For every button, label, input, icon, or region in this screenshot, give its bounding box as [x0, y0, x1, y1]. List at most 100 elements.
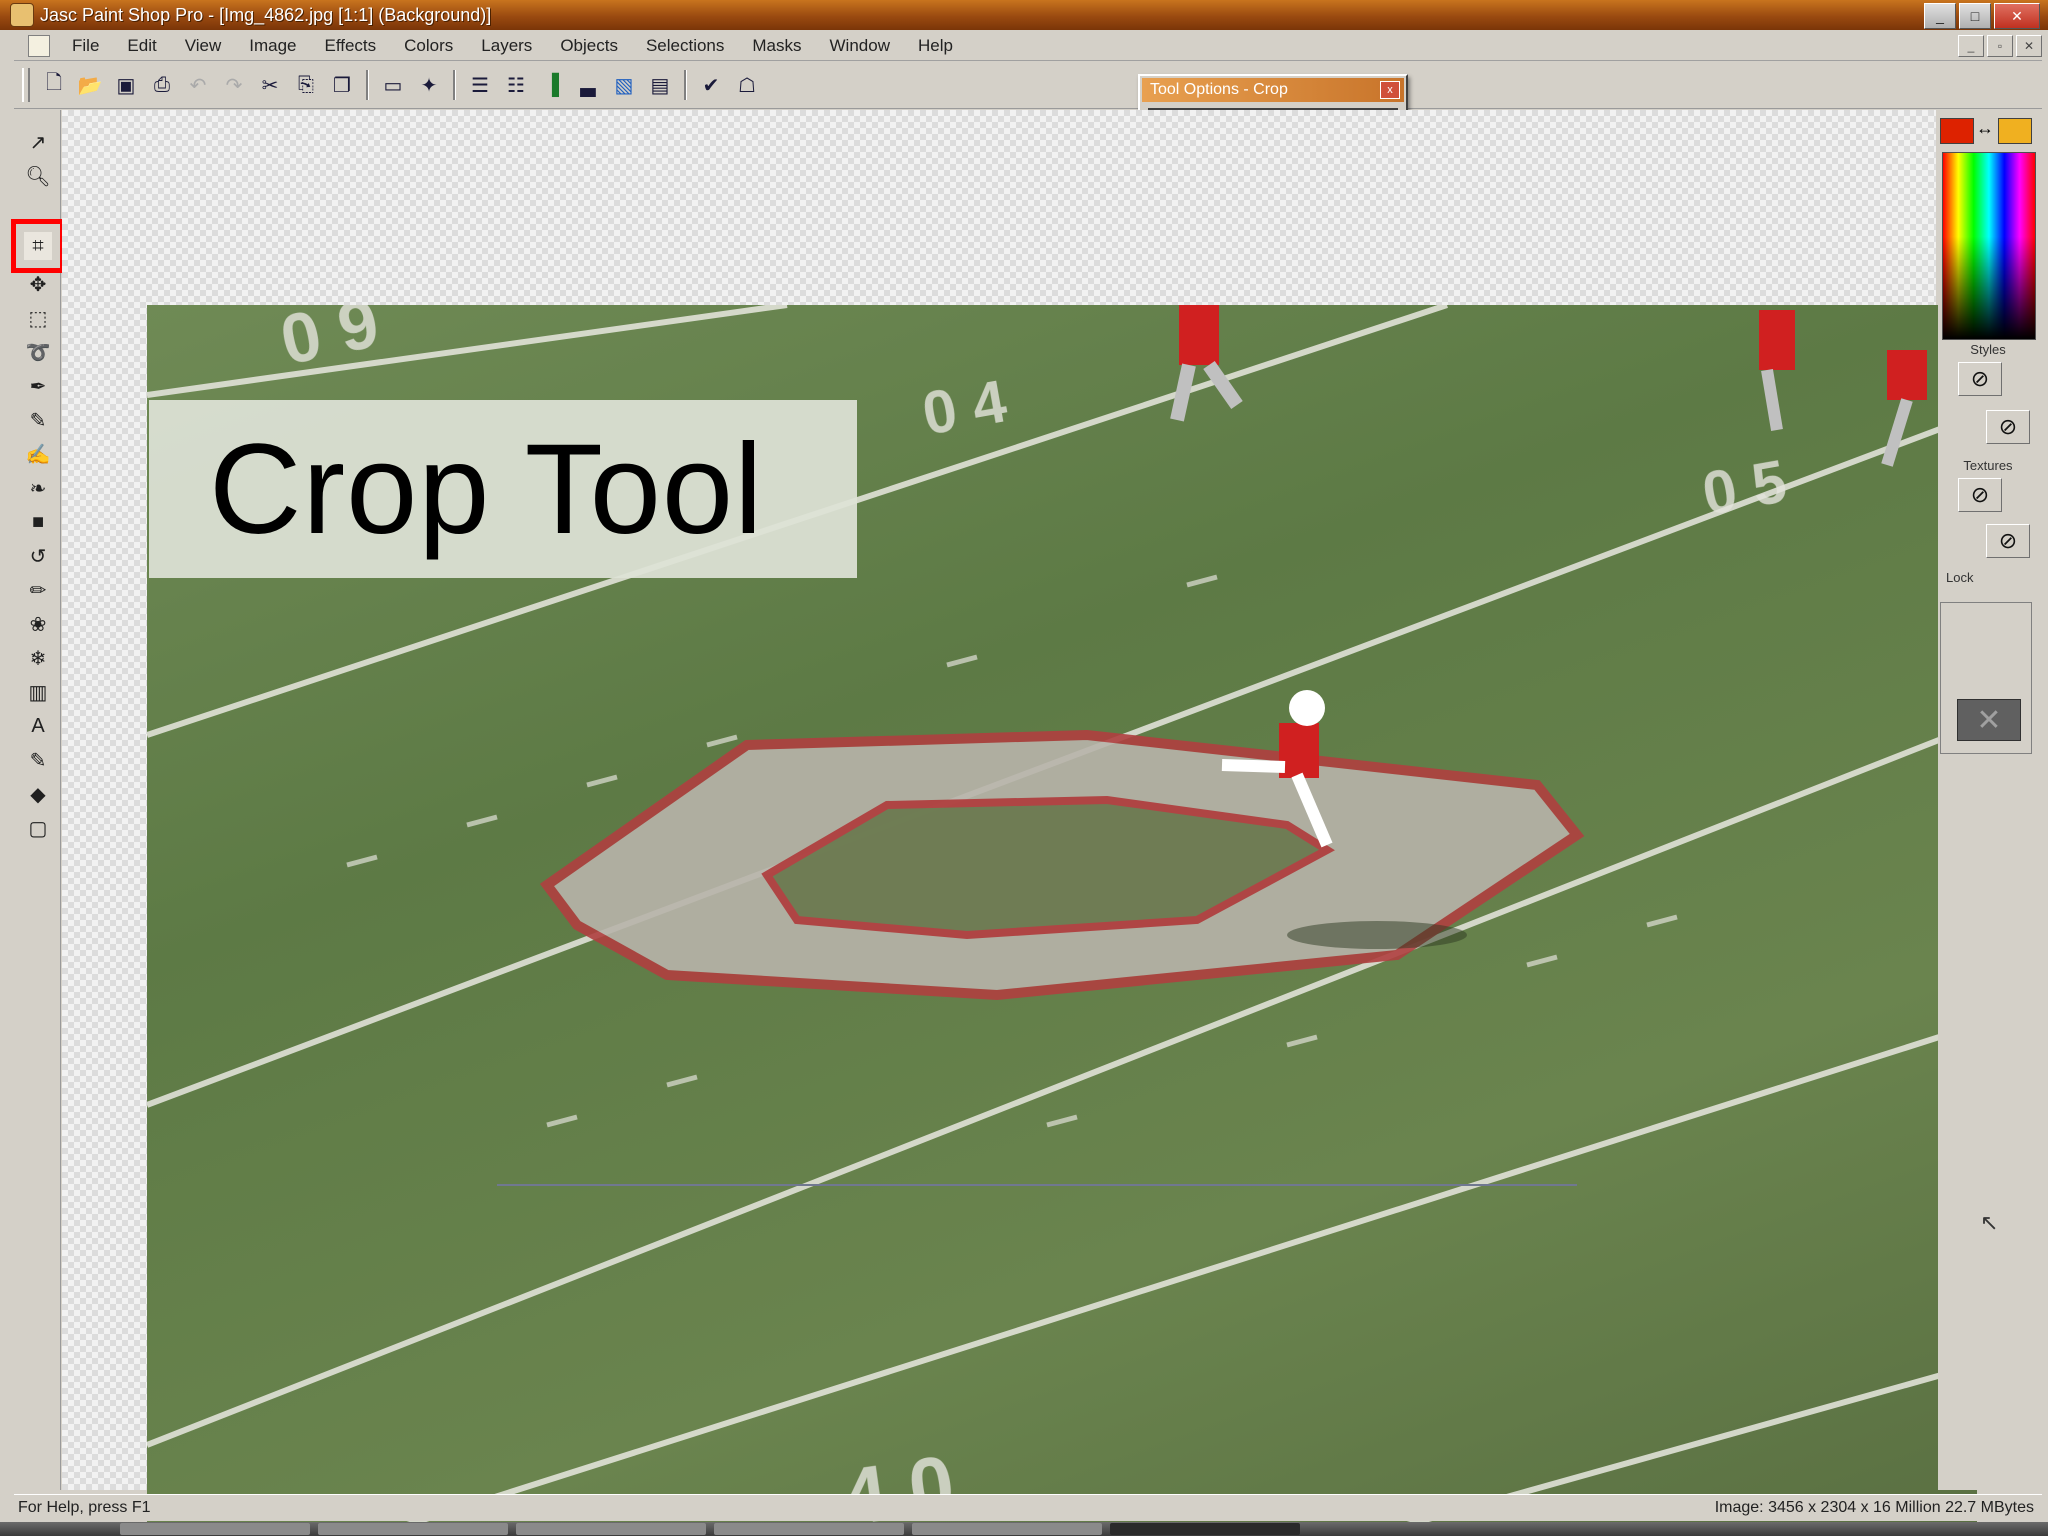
color-palette-icon[interactable]: ▐	[537, 70, 567, 100]
selection-arrow-icon[interactable]: ↗	[24, 128, 52, 156]
status-image-info: Image: 3456 x 2304 x 16 Million 22.7 MBy…	[1714, 1499, 2034, 1516]
doc-close-button[interactable]: ✕	[2016, 35, 2042, 57]
styles-label: Styles	[1970, 342, 2006, 357]
menu-colors[interactable]: Colors	[390, 36, 467, 56]
lock-icon[interactable]: ☖	[732, 70, 762, 100]
menu-objects[interactable]: Objects	[546, 36, 632, 56]
paint-brush-icon[interactable]: ✎	[24, 406, 52, 434]
mouse-cursor-icon: ↖	[1980, 1210, 1999, 1235]
tool-options-icon[interactable]: ☷	[501, 70, 531, 100]
close-button[interactable]: ✕	[1994, 3, 2040, 29]
menu-layers[interactable]: Layers	[467, 36, 546, 56]
title-bar: Jasc Paint Shop Pro - [Img_4862.jpg [1:1…	[0, 0, 2048, 30]
foreground-style-button[interactable]: ⊘	[1958, 362, 2002, 396]
menu-image[interactable]: Image	[235, 36, 310, 56]
window-controls: _ □ ✕	[1924, 3, 2040, 29]
textures-label: Textures	[1963, 458, 2013, 473]
background-texture-button[interactable]: ⊘	[1986, 524, 2030, 558]
color-replacer-icon[interactable]: ❧	[24, 474, 52, 502]
background-color-swatch[interactable]	[1998, 118, 2032, 144]
doc-minimize-button[interactable]: _	[1958, 35, 1984, 57]
document-icon[interactable]	[28, 35, 50, 57]
print-icon[interactable]: ⎙	[147, 70, 177, 100]
selection-icon[interactable]: ⬚	[24, 304, 52, 332]
background-style-button[interactable]: ⊘	[1986, 410, 2030, 444]
tool-options-titlebar[interactable]: Tool Options - Crop x	[1142, 78, 1404, 102]
picture-tube-icon[interactable]: ❀	[24, 610, 52, 638]
foreground-color-swatch[interactable]	[1940, 118, 1974, 144]
menu-masks[interactable]: Masks	[738, 36, 815, 56]
crop-icon[interactable]: ⌗	[11, 219, 65, 273]
draw-icon[interactable]: ✎	[24, 746, 52, 774]
taskbar-button[interactable]	[120, 1523, 310, 1535]
window-title: Jasc Paint Shop Pro - [Img_4862.jpg [1:1…	[40, 4, 492, 25]
lasso-icon[interactable]: ➰	[24, 338, 52, 366]
lock-checkbox-label[interactable]: Lock	[1938, 570, 2046, 585]
undo-icon[interactable]: ↶	[183, 70, 213, 100]
menu-window[interactable]: Window	[816, 36, 904, 56]
layer-palette-icon[interactable]: ▧	[609, 70, 639, 100]
taskbar-button-active[interactable]	[1110, 1523, 1300, 1535]
maximize-button[interactable]: □	[1959, 3, 1991, 29]
taskbar	[0, 1522, 2048, 1536]
taskbar-button[interactable]	[912, 1523, 1102, 1535]
menu-selections[interactable]: Selections	[632, 36, 738, 56]
eraser-icon[interactable]: ✏	[24, 576, 52, 604]
redo-icon[interactable]: ↷	[219, 70, 249, 100]
preset-shapes-icon[interactable]: ◆	[24, 780, 52, 808]
menu-view[interactable]: View	[171, 36, 236, 56]
swap-colors-icon[interactable]: ↔	[1976, 118, 1994, 139]
doc-restore-button[interactable]: ▫	[1987, 35, 2013, 57]
flood-fill-icon[interactable]: ▥	[24, 678, 52, 706]
paste-icon[interactable]: ❐	[327, 70, 357, 100]
svg-text:0 4: 0 4	[918, 367, 1012, 448]
cut-icon[interactable]: ✂	[255, 70, 285, 100]
tool-options-close-button[interactable]: x	[1380, 81, 1400, 99]
copy-icon[interactable]: ⎘	[291, 70, 321, 100]
toolbar-separator	[366, 70, 369, 100]
foreground-texture-button[interactable]: ⊘	[1958, 478, 2002, 512]
clone-brush-icon[interactable]: ✍	[24, 440, 52, 468]
document-window-controls: _ ▫ ✕	[1958, 35, 2042, 57]
dropper-icon[interactable]: ✒	[24, 372, 52, 400]
app-icon[interactable]	[10, 3, 34, 27]
mover-icon[interactable]: ✥	[24, 270, 52, 298]
toolbar-separator	[453, 70, 456, 100]
transparent-color-icon[interactable]: ✕	[1957, 699, 2021, 741]
standard-toolbar: 🗋 📂 ▣ ⎙ ↶ ↷ ✂ ⎘ ❐ ▭ ✦ ☰ ☷ ▐ ▃ ▧ ▤ ✔ ☖	[14, 62, 2042, 109]
airbrush-icon[interactable]: ❄	[24, 644, 52, 672]
script-icon[interactable]: ✔	[696, 70, 726, 100]
crop-tool-caption: Crop Tool	[149, 400, 857, 578]
tool-palette-icon[interactable]: ☰	[465, 70, 495, 100]
save-icon[interactable]: ▣	[111, 70, 141, 100]
menu-edit[interactable]: Edit	[113, 36, 170, 56]
taskbar-button[interactable]	[318, 1523, 508, 1535]
taskbar-button[interactable]	[714, 1523, 904, 1535]
object-selector-icon[interactable]: ▢	[24, 814, 52, 842]
overview-icon[interactable]: ▤	[645, 70, 675, 100]
svg-text:0 9: 0 9	[274, 305, 385, 380]
minimize-button[interactable]: _	[1924, 3, 1956, 29]
open-icon[interactable]: 📂	[75, 70, 105, 100]
svg-text:0 5: 0 5	[1698, 447, 1792, 527]
menu-file[interactable]: File	[58, 36, 113, 56]
menu-bar: File Edit View Image Effects Colors Laye…	[14, 32, 2042, 61]
text-icon[interactable]: A	[24, 712, 52, 740]
browse-icon[interactable]: ✦	[414, 70, 444, 100]
histogram-icon[interactable]: ▃	[573, 70, 603, 100]
zoom-icon[interactable]: 🔍︎	[24, 162, 52, 190]
menu-effects[interactable]: Effects	[311, 36, 391, 56]
status-help-text: For Help, press F1	[18, 1499, 151, 1516]
status-bar: For Help, press F1 Image: 3456 x 2304 x …	[14, 1494, 2042, 1521]
toolbar-separator	[684, 70, 687, 100]
color-picker[interactable]	[1942, 152, 2036, 340]
toolbar-grip[interactable]	[22, 68, 30, 102]
menu-help[interactable]: Help	[904, 36, 967, 56]
image-workspace[interactable]: 0 9 0 4 0 5 4 0 Crop Tool	[62, 110, 1977, 1525]
tool-options-title: Tool Options - Crop	[1150, 81, 1288, 98]
taskbar-button[interactable]	[516, 1523, 706, 1535]
retouch-icon[interactable]: ■	[24, 508, 52, 536]
new-icon[interactable]: 🗋	[39, 70, 69, 100]
scratch-remover-icon[interactable]: ↺	[24, 542, 52, 570]
screen-icon[interactable]: ▭	[378, 70, 408, 100]
